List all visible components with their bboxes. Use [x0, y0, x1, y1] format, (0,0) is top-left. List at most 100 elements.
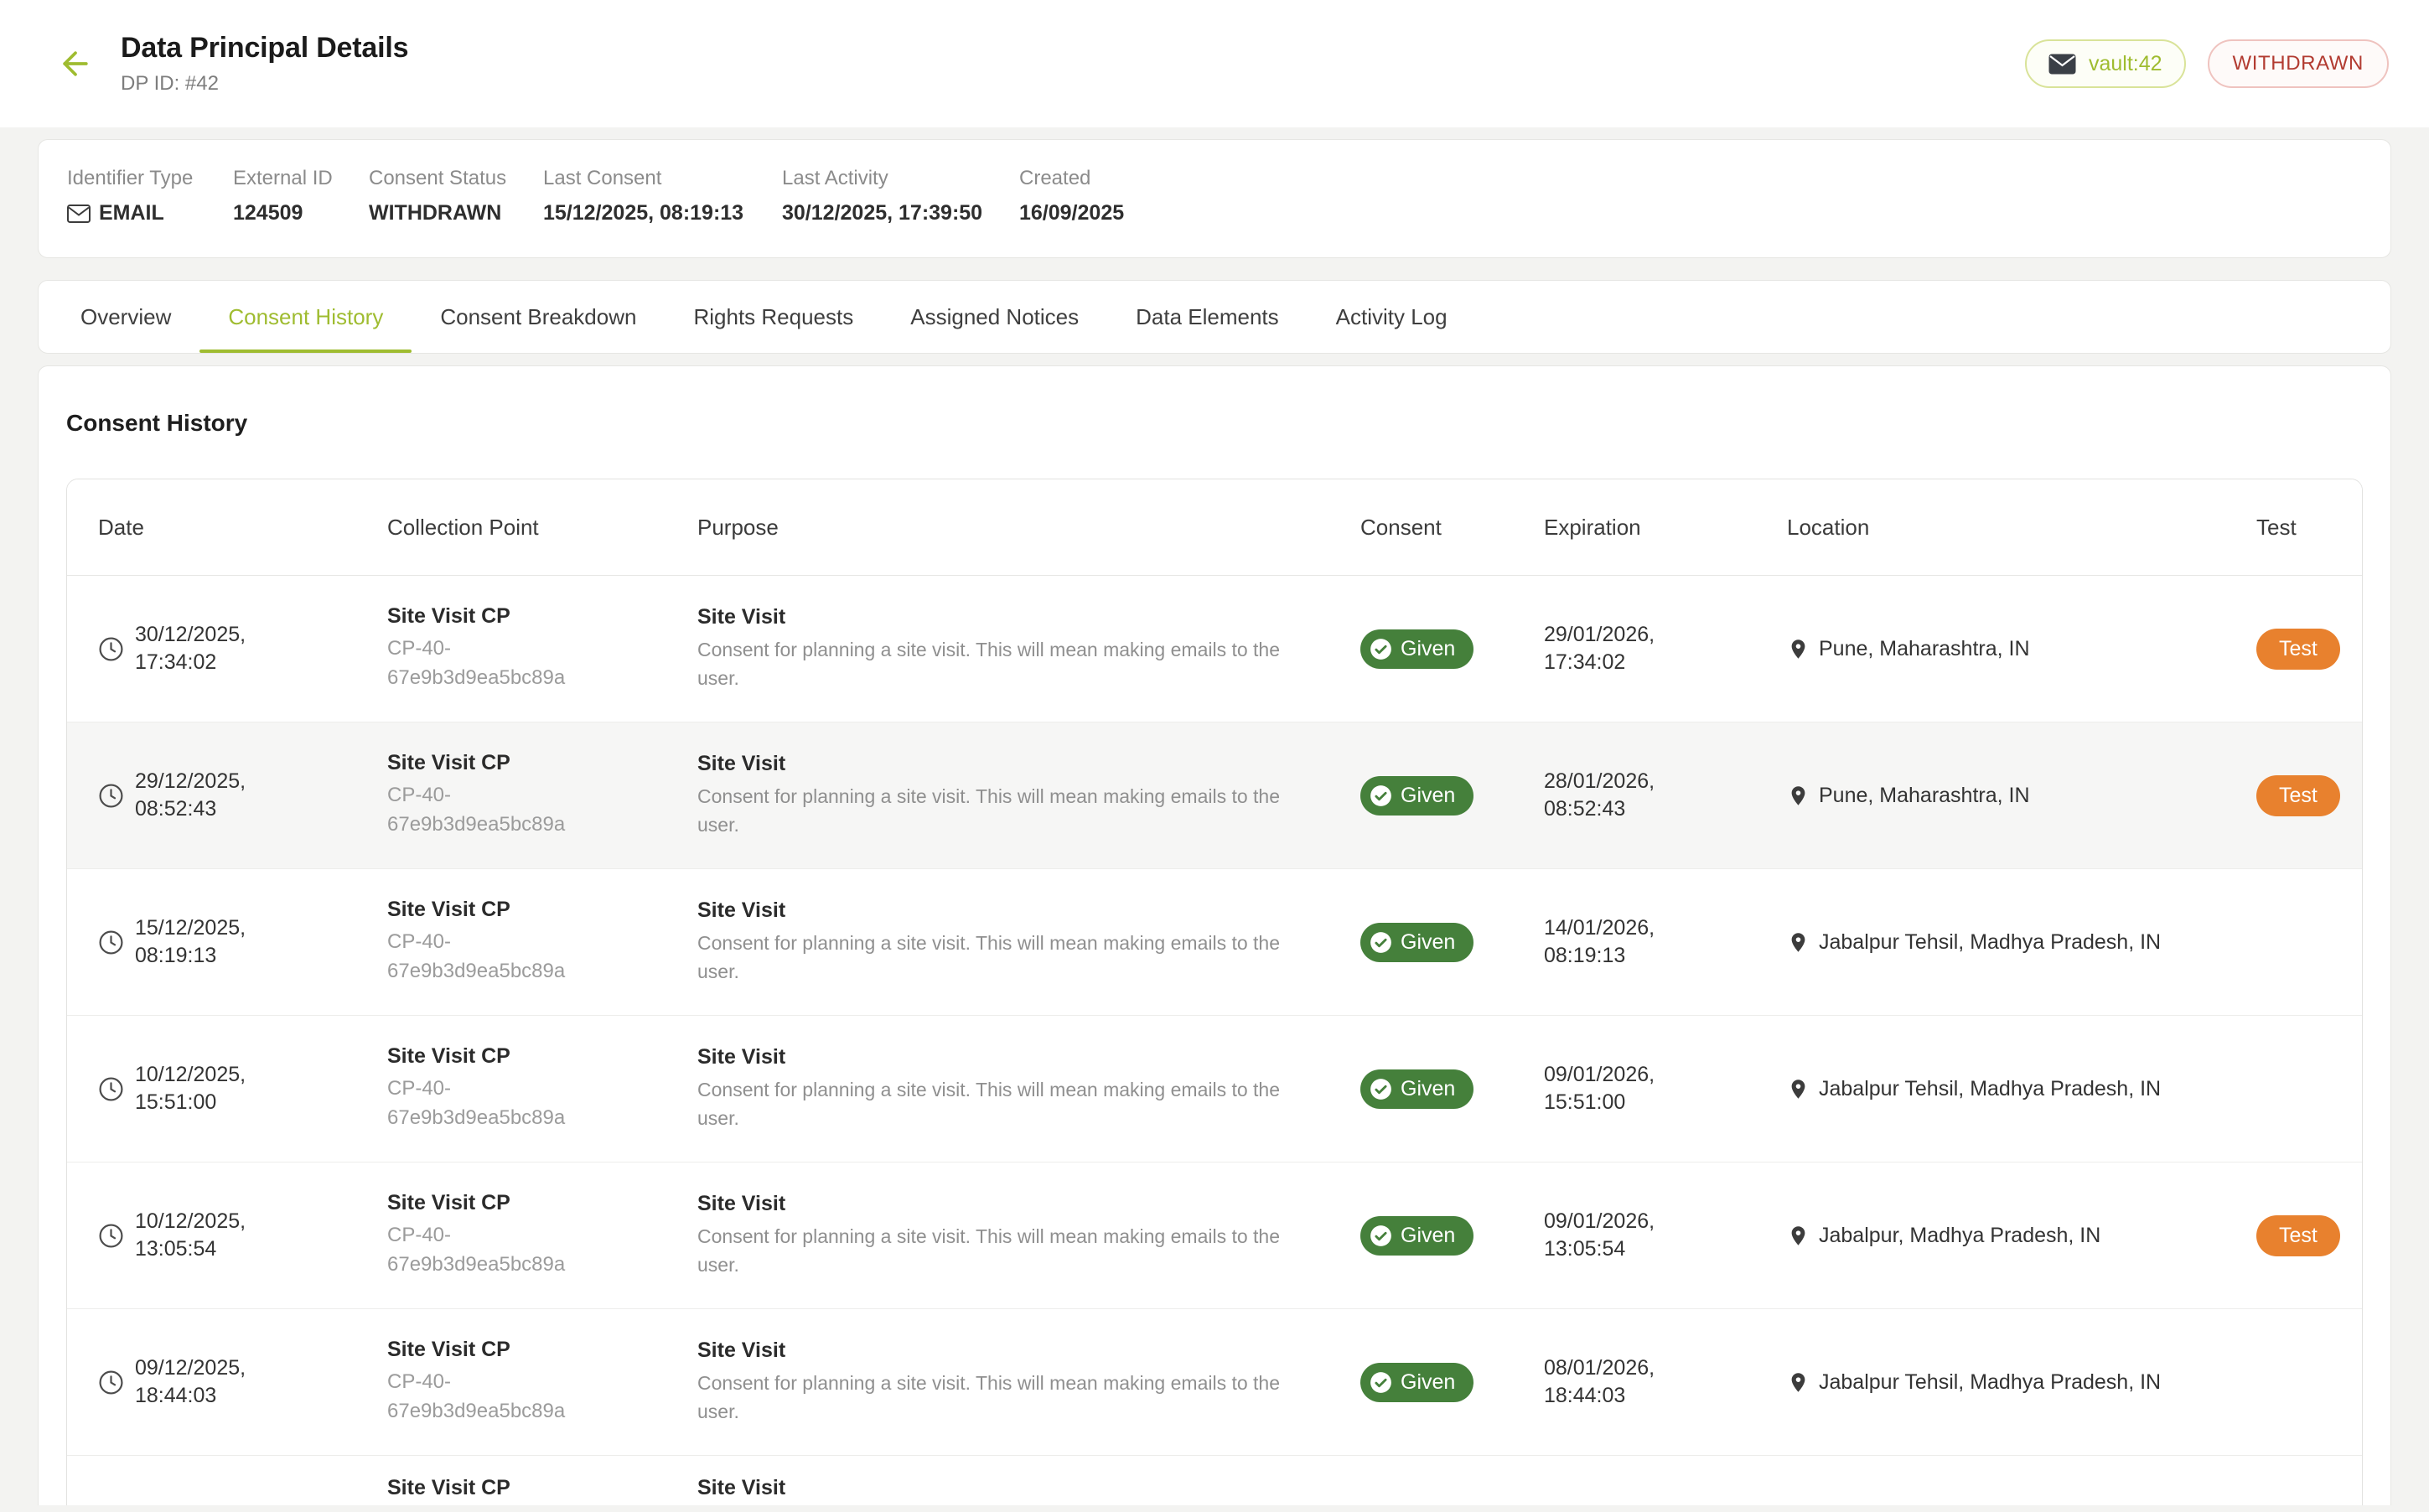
field-value: 15/12/2025, 08:19:13 — [543, 201, 782, 225]
location-text: Jabalpur Tehsil, Madhya Pradesh, IN — [1819, 1077, 2161, 1101]
purpose-name: Site Visit — [697, 605, 1340, 629]
location-text: Jabalpur Tehsil, Madhya Pradesh, IN — [1819, 1370, 2161, 1395]
field-last-activity: Last Activity 30/12/2025, 17:39:50 — [782, 167, 1019, 225]
table-row[interactable]: 30/12/2025, 17:34:02 Site Visit CP CP-40… — [67, 576, 2362, 722]
date-cell: 10/12/2025, 13:05:54 — [98, 1208, 387, 1263]
table-row[interactable]: 09/12/2025, 18:44:03 Site Visit CP CP-40… — [67, 1309, 2362, 1456]
location-text: Pune, Maharashtra, IN — [1819, 784, 2030, 808]
tab-label: Assigned Notices — [910, 304, 1079, 330]
collection-point-id: CP-40-67e9b3d9ea5bc89a — [387, 634, 622, 693]
purpose-cell: Site Visit — [697, 1476, 1360, 1505]
purpose-description: Consent for planning a site visit. This … — [697, 1075, 1305, 1133]
consent-date: 29/12/2025, 08:52:43 — [135, 768, 303, 823]
field-value: EMAIL — [67, 201, 233, 225]
expiration-date: 08/01/2026, 18:44:03 — [1544, 1354, 1712, 1410]
col-expiration: Expiration — [1544, 515, 1787, 541]
location-cell: Jabalpur Tehsil, Madhya Pradesh, IN — [1787, 930, 2256, 955]
tab[interactable]: Overview — [52, 281, 199, 353]
field-label: Consent Status — [369, 167, 543, 190]
consent-given-badge: Given — [1360, 776, 1473, 816]
purpose-cell: Site Visit Consent for planning a site v… — [697, 898, 1360, 986]
consent-cell: Given — [1360, 923, 1544, 962]
consent-date: 10/12/2025, 15:51:00 — [135, 1061, 303, 1116]
field-label: Created — [1019, 167, 2362, 190]
consent-status-label: Given — [1401, 1077, 1455, 1101]
purpose-name: Site Visit — [697, 1339, 1340, 1363]
location-text: Pune, Maharashtra, IN — [1819, 637, 2030, 661]
tabs-bar: Overview Consent History Consent Breakdo… — [38, 280, 2391, 354]
clock-icon — [98, 1223, 124, 1249]
test-badge: Test — [2256, 775, 2340, 816]
check-circle-icon — [1370, 931, 1392, 954]
expiration-cell: 08/01/2026, 18:44:03 — [1544, 1354, 1787, 1410]
consent-date: 15/12/2025, 08:19:13 — [135, 914, 303, 970]
table-row[interactable]: 29/12/2025, 08:52:43 Site Visit CP CP-40… — [67, 722, 2362, 869]
test-cell: Test — [2256, 629, 2362, 670]
withdrawn-status-badge: WITHDRAWN — [2208, 39, 2389, 88]
expiration-date: 09/01/2026, 13:05:54 — [1544, 1208, 1712, 1263]
purpose-cell: Site Visit Consent for planning a site v… — [697, 605, 1360, 693]
summary-card: Identifier Type EMAIL External ID 124509… — [38, 139, 2391, 258]
tab[interactable]: Consent History — [199, 281, 412, 353]
tab[interactable]: Assigned Notices — [882, 281, 1107, 353]
consent-status-label: Given — [1401, 637, 1455, 661]
purpose-cell: Site Visit Consent for planning a site v… — [697, 752, 1360, 840]
clock-icon — [98, 929, 124, 955]
page-title: Data Principal Details — [121, 32, 408, 65]
purpose-description: Consent for planning a site visit. This … — [697, 929, 1305, 986]
test-badge: Test — [2256, 1215, 2340, 1256]
vault-badge[interactable]: vault:42 — [2025, 39, 2186, 88]
location-pin-icon — [1787, 637, 1810, 661]
test-badge: Test — [2256, 629, 2340, 670]
location-pin-icon — [1787, 1370, 1810, 1395]
tab-label: Overview — [80, 304, 171, 330]
collection-point-id: CP-40-67e9b3d9ea5bc89a — [387, 781, 622, 840]
table-row[interactable]: 15/12/2025, 08:19:13 Site Visit CP CP-40… — [67, 869, 2362, 1016]
purpose-name: Site Visit — [697, 1045, 1340, 1069]
consent-status-label: Given — [1401, 784, 1455, 808]
collection-point-id: CP-40-67e9b3d9ea5bc89a — [387, 1074, 622, 1133]
expiration-cell: 29/01/2026, 17:34:02 — [1544, 621, 1787, 676]
location-text: Jabalpur Tehsil, Madhya Pradesh, IN — [1819, 930, 2161, 955]
date-cell: 09/12/2025, 18:44:03 — [98, 1354, 387, 1410]
field-label: Last Consent — [543, 167, 782, 190]
tab[interactable]: Data Elements — [1107, 281, 1308, 353]
back-button[interactable] — [52, 40, 99, 87]
date-cell: 15/12/2025, 08:19:13 — [98, 914, 387, 970]
email-icon — [67, 205, 91, 223]
collection-point-cell: Site Visit CP CP-40-67e9b3d9ea5bc89a — [387, 751, 697, 840]
tab[interactable]: Activity Log — [1308, 281, 1476, 353]
consent-cell: Given — [1360, 629, 1544, 669]
col-test: Test — [2256, 515, 2362, 541]
header-badges: vault:42 WITHDRAWN — [2025, 39, 2389, 88]
field-created: Created 16/09/2025 — [1019, 167, 2362, 225]
tab-label: Consent History — [228, 304, 383, 330]
collection-point-name: Site Visit CP — [387, 1338, 677, 1362]
arrow-left-icon — [57, 45, 94, 82]
table-row[interactable]: 10/12/2025, 13:05:54 Site Visit CP CP-40… — [67, 1162, 2362, 1309]
field-identifier-type: Identifier Type EMAIL — [67, 167, 233, 225]
tab[interactable]: Consent Breakdown — [412, 281, 665, 353]
test-cell: Test — [2256, 775, 2362, 816]
collection-point-cell: Site Visit CP CP-40-67e9b3d9ea5bc89a — [387, 898, 697, 986]
purpose-name: Site Visit — [697, 752, 1340, 776]
purpose-cell: Site Visit Consent for planning a site v… — [697, 1045, 1360, 1133]
consent-given-badge: Given — [1360, 1069, 1473, 1109]
location-cell: Jabalpur Tehsil, Madhya Pradesh, IN — [1787, 1370, 2256, 1395]
purpose-description: Consent for planning a site visit. This … — [697, 782, 1305, 840]
table-row-partial[interactable]: Site Visit CP Site Visit — [67, 1456, 2362, 1505]
col-purpose: Purpose — [697, 515, 1360, 541]
field-label: Identifier Type — [67, 167, 233, 190]
purpose-description: Consent for planning a site visit. This … — [697, 1369, 1305, 1427]
collection-point-cell: Site Visit CP CP-40-67e9b3d9ea5bc89a — [387, 1338, 697, 1427]
location-pin-icon — [1787, 1077, 1810, 1101]
tab[interactable]: Rights Requests — [665, 281, 882, 353]
purpose-cell: Site Visit Consent for planning a site v… — [697, 1192, 1360, 1280]
collection-point-cell: Site Visit CP CP-40-67e9b3d9ea5bc89a — [387, 1191, 697, 1280]
check-circle-icon — [1370, 1078, 1392, 1100]
col-collection-point: Collection Point — [387, 515, 697, 541]
consent-status-label: Given — [1401, 930, 1455, 955]
consent-given-badge: Given — [1360, 923, 1473, 962]
table-row[interactable]: 10/12/2025, 15:51:00 Site Visit CP CP-40… — [67, 1016, 2362, 1162]
tab-label: Consent Breakdown — [440, 304, 636, 330]
